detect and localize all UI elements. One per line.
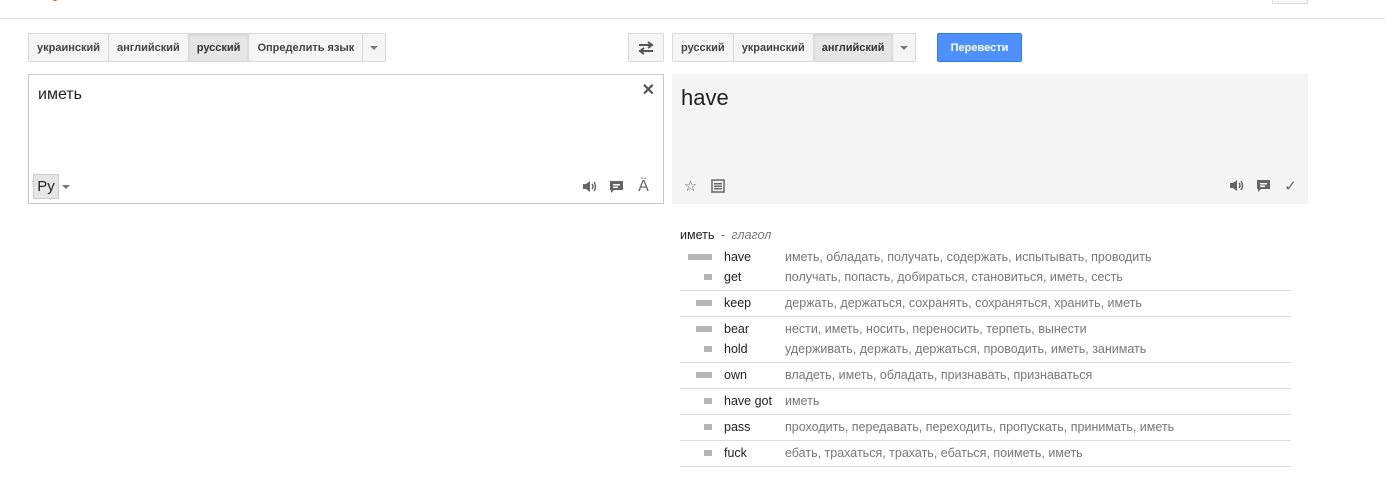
- dictionary-word[interactable]: fuck: [720, 446, 785, 460]
- source-language-bar: украинский английский русский Определить…: [28, 33, 387, 62]
- dictionary-translations: нести, иметь, носить, переносить, терпет…: [785, 322, 1087, 336]
- dictionary-group: fuck ебать, трахаться, трахать, ебаться, …: [680, 441, 1291, 467]
- frequency-bar: [704, 450, 712, 456]
- frequency-cell: [680, 346, 720, 352]
- frequency-bar: [704, 346, 712, 352]
- frequency-cell: [680, 424, 720, 430]
- list-icon[interactable]: [710, 178, 725, 193]
- speaker-icon[interactable]: [1229, 178, 1244, 193]
- table-row: own владеть, иметь, обладать, признавать,…: [680, 365, 1291, 385]
- top-right-button[interactable]: [1272, 0, 1308, 4]
- translation-area: have ☆ ✓: [672, 74, 1308, 204]
- frequency-bar: [696, 372, 712, 378]
- dictionary-group: have иметь, обладать, получать, содержать…: [680, 245, 1291, 291]
- swap-icon: [638, 40, 654, 55]
- table-row: fuck ебать, трахаться, трахать, ебаться, …: [680, 443, 1291, 463]
- target-lang-dropdown[interactable]: [893, 34, 915, 61]
- source-lang-detect[interactable]: Определить язык: [249, 34, 364, 61]
- source-text-area[interactable]: иметь ✕ Ру Ä: [28, 74, 664, 204]
- separator: -: [720, 228, 726, 242]
- dictionary-word[interactable]: hold: [720, 342, 785, 356]
- dictionary-group: keep держать, держаться, сохранять, сохра…: [680, 291, 1291, 317]
- dictionary-translations: иметь, обладать, получать, содержать, ис…: [785, 250, 1152, 264]
- frequency-cell: [680, 398, 720, 404]
- frequency-bar: [688, 254, 712, 260]
- input-method-dropdown[interactable]: [62, 185, 70, 189]
- frequency-cell: [680, 254, 720, 260]
- frequency-bar: [704, 424, 712, 430]
- star-icon[interactable]: ☆: [683, 178, 698, 195]
- frequency-bar: [696, 300, 712, 306]
- source-lang-dropdown[interactable]: [363, 34, 385, 61]
- translation-right-tools: ✓: [1229, 178, 1298, 195]
- frequency-bar: [704, 398, 712, 404]
- source-lang-english[interactable]: английский: [109, 34, 189, 61]
- dictionary-translations: удерживать, держать, держаться, проводит…: [785, 342, 1147, 356]
- headword: иметь: [680, 228, 715, 242]
- translation-left-tools: ☆: [683, 178, 725, 195]
- dictionary-word[interactable]: bear: [720, 322, 785, 336]
- translate-button[interactable]: Перевести: [937, 33, 1022, 62]
- frequency-cell: [680, 450, 720, 456]
- table-row: have got иметь: [680, 391, 1291, 411]
- top-bar: [0, 0, 1385, 19]
- dictionary-word[interactable]: get: [720, 270, 785, 284]
- speaker-icon[interactable]: [582, 179, 597, 194]
- dictionary-panel: иметь - глагол have иметь, обладать, полу…: [680, 228, 1291, 467]
- source-lang-russian[interactable]: русский: [188, 34, 250, 61]
- table-row: hold удерживать, держать, держаться, пров…: [680, 339, 1291, 359]
- target-language-bar: русский украинский английский: [672, 33, 917, 62]
- dictionary-translations: ебать, трахаться, трахать, ебаться, поим…: [785, 446, 1083, 460]
- dictionary-group: own владеть, иметь, обладать, признавать,…: [680, 363, 1291, 389]
- target-lang-russian[interactable]: русский: [673, 34, 734, 61]
- chevron-down-icon: [370, 45, 379, 50]
- frequency-cell: [680, 372, 720, 378]
- dictionary-word[interactable]: own: [720, 368, 785, 382]
- check-icon[interactable]: ✓: [1283, 178, 1298, 195]
- dictionary-translations: иметь: [785, 394, 820, 408]
- translation-text[interactable]: have: [681, 85, 729, 111]
- dictionary-group: pass проходить, передавать, переходить, п…: [680, 415, 1291, 441]
- dictionary-word[interactable]: keep: [720, 296, 785, 310]
- dictionary-group: have got иметь: [680, 389, 1291, 415]
- table-row: have иметь, обладать, получать, содержать…: [680, 247, 1291, 267]
- dictionary-translations: получать, попасть, добираться, становить…: [785, 270, 1123, 284]
- input-method-button[interactable]: Ру: [33, 174, 59, 199]
- source-lang-ukrainian[interactable]: украинский: [29, 34, 110, 61]
- part-of-speech: глагол: [731, 228, 772, 242]
- target-lang-english[interactable]: английский: [813, 34, 894, 61]
- clear-icon[interactable]: ✕: [642, 80, 655, 100]
- feedback-icon[interactable]: [609, 179, 624, 194]
- dictionary-group: bear нести, иметь, носить, переносить, те…: [680, 317, 1291, 363]
- dictionary-translations: держать, держаться, сохранять, сохранять…: [785, 296, 1142, 310]
- chevron-down-icon: [900, 45, 909, 50]
- dictionary-header: иметь - глагол: [680, 228, 1291, 245]
- frequency-cell: [680, 274, 720, 280]
- source-text[interactable]: иметь: [38, 86, 82, 104]
- source-tools: Ä: [582, 178, 651, 195]
- virtual-keyboard-icon[interactable]: Ä: [636, 178, 651, 195]
- frequency-bar: [696, 326, 712, 332]
- table-row: get получать, попасть, добираться, станов…: [680, 267, 1291, 287]
- frequency-cell: [680, 326, 720, 332]
- table-row: keep держать, держаться, сохранять, сохра…: [680, 293, 1291, 313]
- frequency-cell: [680, 300, 720, 306]
- dictionary-translations: проходить, передавать, переходить, пропу…: [785, 420, 1175, 434]
- swap-languages-button[interactable]: [628, 33, 664, 62]
- frequency-bar: [704, 274, 712, 280]
- chevron-down-icon: [62, 185, 70, 189]
- target-lang-ukrainian[interactable]: украинский: [734, 34, 814, 61]
- dictionary-word[interactable]: have got: [720, 394, 785, 408]
- logo-fragment: [52, 0, 58, 1]
- table-row: pass проходить, передавать, переходить, п…: [680, 417, 1291, 437]
- dictionary-entries: have иметь, обладать, получать, содержать…: [680, 245, 1291, 467]
- feedback-icon[interactable]: [1256, 178, 1271, 193]
- dictionary-word[interactable]: pass: [720, 420, 785, 434]
- dictionary-word[interactable]: have: [720, 250, 785, 264]
- dictionary-translations: владеть, иметь, обладать, признавать, пр…: [785, 368, 1093, 382]
- table-row: bear нести, иметь, носить, переносить, те…: [680, 319, 1291, 339]
